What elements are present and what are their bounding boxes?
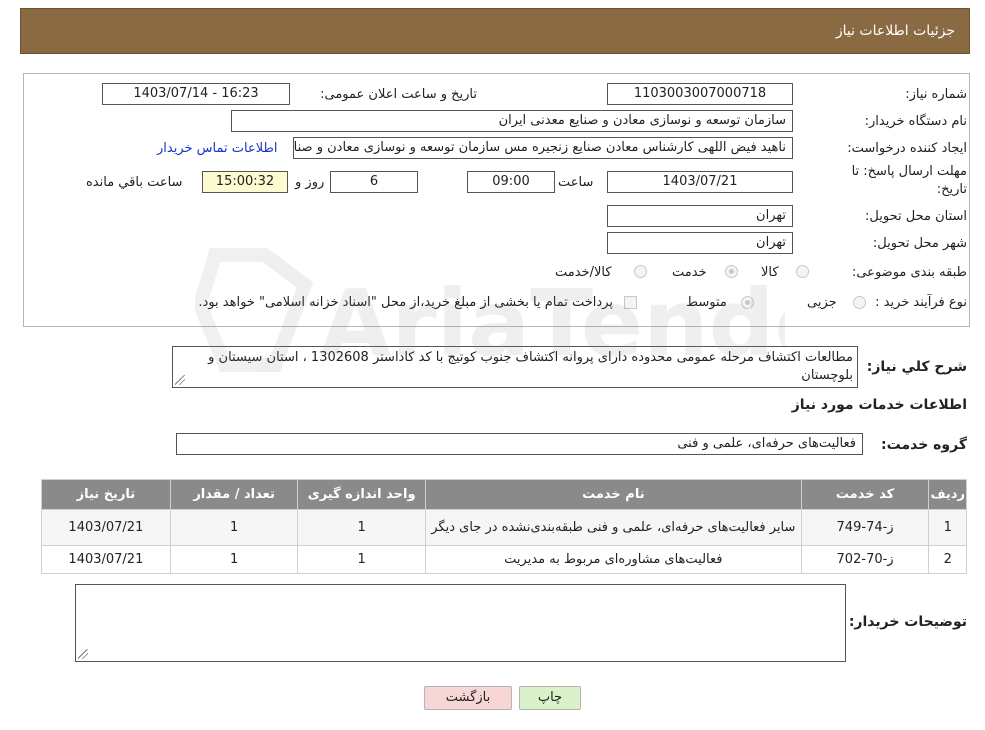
province-field[interactable]: تهران [607,205,793,227]
category-goods-service-label: کالا/خدمت [555,265,612,280]
remaining-time-label: ساعت باقي مانده [86,175,183,190]
province-label: استان محل تحویل: [865,209,967,224]
category-goods-service-radio[interactable] [634,265,647,278]
description-label: شرح کلي نياز: [866,359,967,375]
creator-label: ایجاد کننده درخواست: [847,141,967,156]
deadline-label: مهلت ارسال پاسخ: تا [851,164,967,179]
cell-need-date: 1403/07/21 [41,509,171,546]
col-quantity: تعداد / مقدار [169,479,299,510]
service-group-label: گروه خدمت: [881,437,967,453]
cell-quantity: 1 [169,509,299,546]
buyer-contact-link[interactable]: اطلاعات تماس خریدار [157,141,277,156]
page-header: جزئیات اطلاعات نیاز [20,8,970,54]
treasury-payment-checkbox[interactable] [624,296,637,309]
need-number-label: شماره نیاز: [905,87,967,102]
col-row-number: ردیف [928,479,967,510]
buyer-org-label: نام دستگاه خریدار: [864,114,967,129]
resize-grip-icon[interactable] [175,375,185,385]
days-label: روز و [295,175,325,190]
col-service-code: کد خدمت [800,479,930,510]
treasury-payment-note: پرداخت تمام یا بخشی از مبلغ خرید،از محل … [198,295,613,310]
cell-service-name: سایر فعالیت‌های حرفه‌ای، علمی و فنی طبقه… [424,509,802,546]
days-remaining-field[interactable]: 6 [330,171,418,193]
services-table-header: تاریخ نیاز تعداد / مقدار واحد اندازه گیر… [41,479,967,510]
buyer-notes-label: توضیحات خریدار: [848,614,967,630]
category-service-radio[interactable] [725,265,738,278]
resize-grip-icon[interactable] [78,649,88,659]
description-field[interactable]: مطالعات اکتشاف مرحله عمومی محدوده دارای … [172,346,858,388]
col-service-name: نام خدمت [424,479,802,510]
deadline-label-date: تاریخ: [936,182,967,197]
deadline-time-label: ساعت [558,175,594,190]
table-row[interactable]: 1403/07/21 1 1 فعالیت‌های مشاوره‌ای مربو… [41,545,967,574]
creator-field[interactable]: ناهید فیض اللهی کارشناس معادن صنایع زنجی… [293,137,793,159]
process-medium-label: متوسط [686,295,727,310]
category-service-label: خدمت [672,265,707,280]
remaining-time-field[interactable]: 15:00:32 [202,171,288,193]
announce-datetime-field[interactable]: 1403/07/14 - 16:23 [102,83,290,105]
cell-service-code: ز-70-702 [800,545,930,574]
cell-need-date: 1403/07/21 [41,545,171,574]
process-minor-label: جزیی [807,295,837,310]
cell-unit: 1 [297,509,426,546]
page-title: جزئیات اطلاعات نیاز [835,23,955,39]
service-group-field[interactable]: فعالیت‌های حرفه‌ای، علمی و فنی [176,433,863,455]
services-section-title: اطلاعات خدمات مورد نیاز [791,397,967,413]
cell-service-code: ز-74-749 [800,509,930,546]
deadline-date-field[interactable]: 1403/07/21 [607,171,793,193]
table-row[interactable]: 1403/07/21 1 1 سایر فعالیت‌های حرفه‌ای، … [41,509,967,546]
category-label: طبقه بندی موضوعی: [851,265,967,280]
process-minor-radio[interactable] [853,296,866,309]
process-type-label: نوع فرآیند خرید : [875,295,967,310]
col-unit: واحد اندازه گیری [297,479,426,510]
need-number-field[interactable]: 1103003007000718 [607,83,793,105]
cell-row-number: 1 [928,509,967,546]
city-field[interactable]: تهران [607,232,793,254]
cell-row-number: 2 [928,545,967,574]
category-goods-label: کالا [761,265,779,280]
col-need-date: تاریخ نیاز [41,479,171,510]
print-button[interactable]: چاپ [519,686,581,710]
announce-datetime-label: تاریخ و ساعت اعلان عمومی: [320,87,477,102]
deadline-time-field[interactable]: 09:00 [467,171,555,193]
buyer-org-field[interactable]: سازمان توسعه و نوسازی معادن و صنایع معدن… [231,110,793,132]
services-table: تاریخ نیاز تعداد / مقدار واحد اندازه گیر… [41,479,967,574]
city-label: شهر محل تحویل: [872,236,967,251]
process-medium-radio[interactable] [741,296,754,309]
cell-service-name: فعالیت‌های مشاوره‌ای مربوط به مدیریت [424,545,802,574]
cell-unit: 1 [297,545,426,574]
buyer-notes-field[interactable] [75,584,846,662]
description-text: مطالعات اکتشاف مرحله عمومی محدوده دارای … [208,350,853,383]
category-goods-radio[interactable] [796,265,809,278]
back-button[interactable]: بازگشت [424,686,512,710]
cell-quantity: 1 [169,545,299,574]
